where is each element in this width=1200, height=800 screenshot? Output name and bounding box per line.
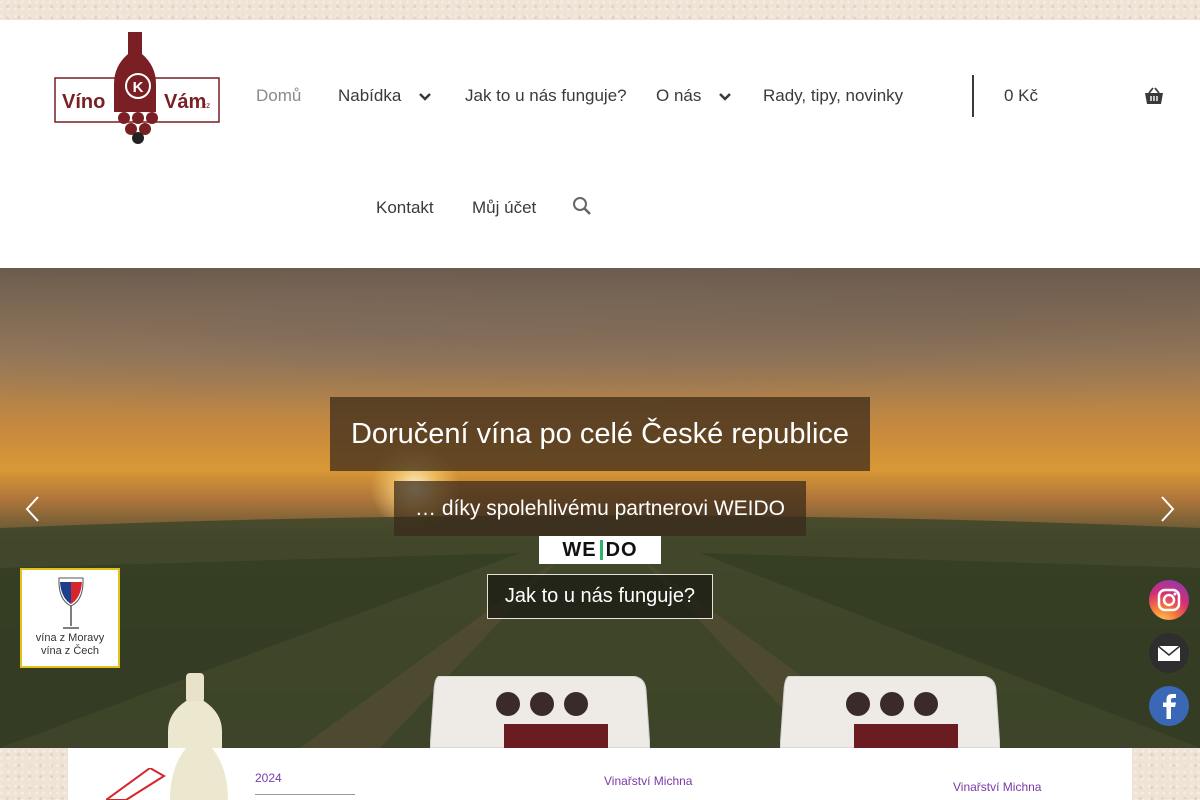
wine-pouch-2 bbox=[780, 676, 1000, 748]
arrow-left-icon[interactable] bbox=[22, 494, 42, 524]
product-year-underline bbox=[255, 794, 355, 795]
basket-icon[interactable] bbox=[1144, 87, 1164, 105]
product-year[interactable]: 2024 bbox=[255, 771, 282, 785]
wine-bottle bbox=[168, 673, 222, 748]
search-icon[interactable] bbox=[572, 196, 592, 216]
partner-logo: WE DO bbox=[539, 536, 661, 564]
nav-contact[interactable]: Kontakt bbox=[376, 198, 434, 218]
nav-home[interactable]: Domů bbox=[256, 86, 301, 106]
nav-divider bbox=[972, 75, 974, 117]
hero-cta-button[interactable]: Jak to u nás funguje? bbox=[487, 574, 713, 619]
nav-offer-label: Nabídka bbox=[338, 86, 402, 105]
logo-text-left: Víno bbox=[62, 91, 105, 113]
product-bottle[interactable] bbox=[164, 748, 234, 800]
product-producer-1[interactable]: Vinařství Michna bbox=[604, 774, 692, 788]
facebook-glyph bbox=[1163, 694, 1176, 719]
hero-subtitle: … díky spolehlivému partnerovi WEIDO bbox=[394, 481, 806, 536]
arrow-right-icon[interactable] bbox=[1158, 494, 1178, 524]
wine-glass-icon bbox=[58, 577, 84, 629]
logo-suffix: .cz bbox=[200, 101, 210, 110]
instagram-icon[interactable] bbox=[1149, 580, 1189, 620]
badge-line-1: vína z Moravy bbox=[35, 632, 105, 644]
hero-slider: Doručení vína po celé České republice … … bbox=[0, 268, 1200, 748]
chevron-down-icon bbox=[719, 92, 731, 101]
product-producer-2[interactable]: Vinařství Michna bbox=[953, 780, 1041, 794]
instagram-glyph bbox=[1157, 588, 1181, 612]
origin-badge[interactable]: vína z Moravy vína z Čech bbox=[20, 568, 120, 668]
partner-logo-do: DO bbox=[605, 538, 638, 561]
nav-how[interactable]: Jak to u nás funguje? bbox=[465, 86, 627, 106]
partner-logo-we: WE bbox=[562, 538, 597, 561]
partner-logo-bar bbox=[599, 540, 603, 560]
cart-total[interactable]: 0 Kč bbox=[1004, 86, 1038, 106]
nav-account[interactable]: Můj účet bbox=[472, 198, 536, 218]
site-header: K Víno Vám .cz Domů Nabídka Jak to u nás… bbox=[0, 20, 1200, 268]
nav-tips[interactable]: Rady, tipy, novinky bbox=[763, 86, 903, 106]
wine-pouch-1 bbox=[430, 676, 650, 748]
logo-k: K bbox=[133, 79, 144, 96]
mail-icon[interactable] bbox=[1149, 633, 1189, 673]
hero-title: Doručení vína po celé České republice bbox=[330, 397, 870, 471]
site-logo[interactable]: K Víno Vám .cz bbox=[54, 32, 220, 144]
mail-glyph bbox=[1157, 645, 1181, 661]
badge-line-2: vína z Čech bbox=[40, 645, 100, 657]
nav-offer[interactable]: Nabídka bbox=[338, 86, 432, 106]
nav-about-label: O nás bbox=[656, 86, 702, 105]
chevron-down-icon bbox=[419, 92, 431, 101]
facebook-icon[interactable] bbox=[1149, 686, 1189, 726]
nav-about[interactable]: O nás bbox=[656, 86, 732, 106]
